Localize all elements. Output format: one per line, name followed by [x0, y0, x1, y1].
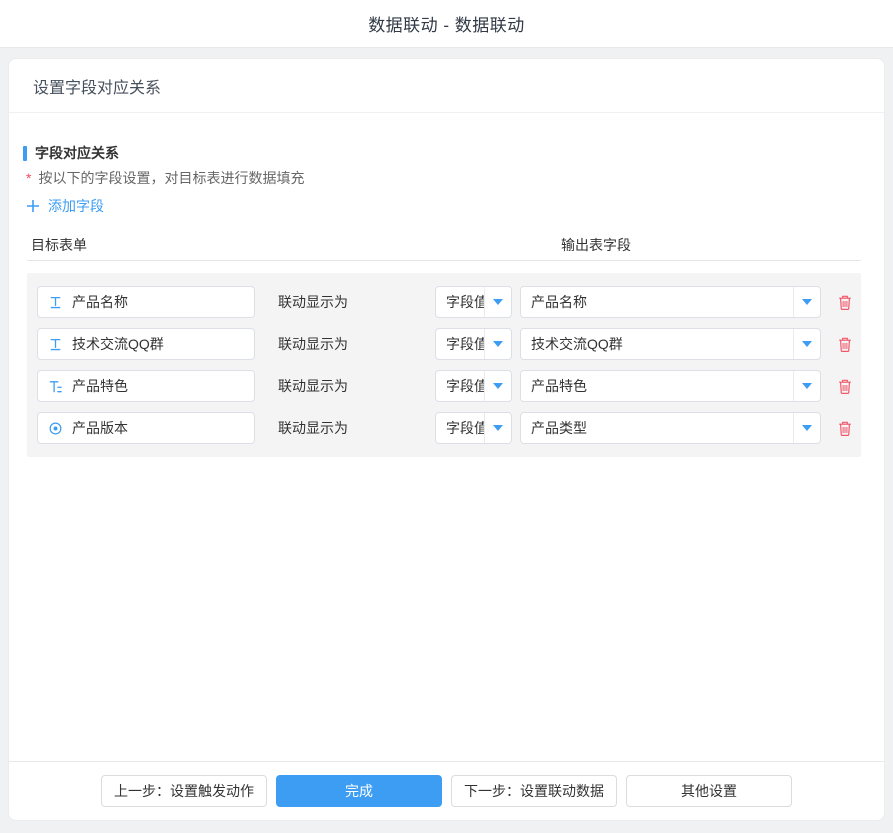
display-mode-value: 字段值	[436, 287, 484, 317]
target-field-name: 技术交流QQ群	[72, 334, 164, 354]
section-title-label: 字段对应关系	[35, 143, 119, 163]
field-mapping-list: 产品名称 联动显示为 字段值 产品名称	[27, 273, 861, 457]
trash-icon	[837, 341, 853, 356]
top-bar: 数据联动 - 数据联动	[0, 0, 893, 48]
chevron-down-icon[interactable]	[484, 413, 511, 443]
display-mode-select[interactable]: 字段值	[435, 328, 512, 360]
chevron-down-icon[interactable]	[484, 371, 511, 401]
display-mode-value: 字段值	[436, 329, 484, 359]
relation-label: 联动显示为	[278, 376, 435, 396]
output-field-select[interactable]: 产品特色	[520, 370, 821, 402]
settings-panel: 设置字段对应关系 字段对应关系 * 按以下的字段设置，对目标表进行数据填充 添加…	[8, 58, 885, 821]
chevron-down-icon[interactable]	[484, 329, 511, 359]
plus-icon	[26, 199, 40, 213]
target-field-box[interactable]: 产品版本	[37, 412, 255, 444]
display-mode-value: 字段值	[436, 413, 484, 443]
section-accent-bar	[23, 146, 27, 161]
text-input-icon	[48, 295, 63, 310]
display-mode-select[interactable]: 字段值	[435, 370, 512, 402]
text-input-icon	[48, 337, 63, 352]
target-field-name: 产品版本	[72, 418, 128, 438]
display-mode-select[interactable]: 字段值	[435, 412, 512, 444]
chevron-down-icon[interactable]	[484, 287, 511, 317]
trash-icon	[837, 425, 853, 440]
trash-icon	[837, 383, 853, 398]
chevron-down-icon[interactable]	[793, 413, 820, 443]
output-field-select[interactable]: 产品名称	[520, 286, 821, 318]
required-mark: *	[26, 170, 31, 186]
column-header-target: 目标表单	[31, 235, 87, 255]
radio-icon	[48, 421, 63, 436]
column-header-output: 输出表字段	[561, 235, 631, 255]
field-mapping-row: 产品特色 联动显示为 字段值 产品特色	[37, 370, 861, 402]
delete-row-button[interactable]	[837, 378, 853, 395]
trash-icon	[837, 299, 853, 314]
section-title: 字段对应关系	[23, 143, 119, 163]
target-field-name: 产品特色	[72, 376, 128, 396]
panel-header: 设置字段对应关系	[9, 59, 884, 113]
chevron-down-icon[interactable]	[793, 371, 820, 401]
next-step-button[interactable]: 下一步：设置联动数据	[451, 775, 617, 807]
column-header-divider	[27, 260, 861, 261]
output-field-value: 产品名称	[521, 287, 793, 317]
target-field-box[interactable]: 产品特色	[37, 370, 255, 402]
relation-label: 联动显示为	[278, 334, 435, 354]
chevron-down-icon[interactable]	[793, 287, 820, 317]
target-field-box[interactable]: 产品名称	[37, 286, 255, 318]
output-field-value: 产品类型	[521, 413, 793, 443]
relation-label: 联动显示为	[278, 418, 435, 438]
target-field-box[interactable]: 技术交流QQ群	[37, 328, 255, 360]
footer-actions: 上一步：设置触发动作 完成 下一步：设置联动数据 其他设置	[9, 761, 884, 820]
delete-row-button[interactable]	[837, 420, 853, 437]
output-field-value: 技术交流QQ群	[521, 329, 793, 359]
add-field-button[interactable]: 添加字段	[26, 196, 104, 216]
finish-button[interactable]: 完成	[276, 775, 442, 807]
delete-row-button[interactable]	[837, 294, 853, 311]
target-field-name: 产品名称	[72, 292, 128, 312]
chevron-down-icon[interactable]	[793, 329, 820, 359]
output-field-select[interactable]: 产品类型	[520, 412, 821, 444]
field-mapping-row: 产品名称 联动显示为 字段值 产品名称	[37, 286, 861, 318]
output-field-value: 产品特色	[521, 371, 793, 401]
page-title: 数据联动 - 数据联动	[368, 11, 525, 36]
display-mode-select[interactable]: 字段值	[435, 286, 512, 318]
relation-label: 联动显示为	[278, 292, 435, 312]
required-note-text: 按以下的字段设置，对目标表进行数据填充	[38, 168, 304, 188]
field-mapping-row: 产品版本 联动显示为 字段值 产品类型	[37, 412, 861, 444]
required-note: * 按以下的字段设置，对目标表进行数据填充	[26, 168, 304, 188]
display-mode-value: 字段值	[436, 371, 484, 401]
add-field-label: 添加字段	[48, 196, 104, 216]
output-field-select[interactable]: 技术交流QQ群	[520, 328, 821, 360]
field-mapping-row: 技术交流QQ群 联动显示为 字段值 技术交流QQ群	[37, 328, 861, 360]
prev-step-button[interactable]: 上一步：设置触发动作	[101, 775, 267, 807]
textarea-icon	[48, 379, 63, 394]
delete-row-button[interactable]	[837, 336, 853, 353]
other-settings-button[interactable]: 其他设置	[626, 775, 792, 807]
